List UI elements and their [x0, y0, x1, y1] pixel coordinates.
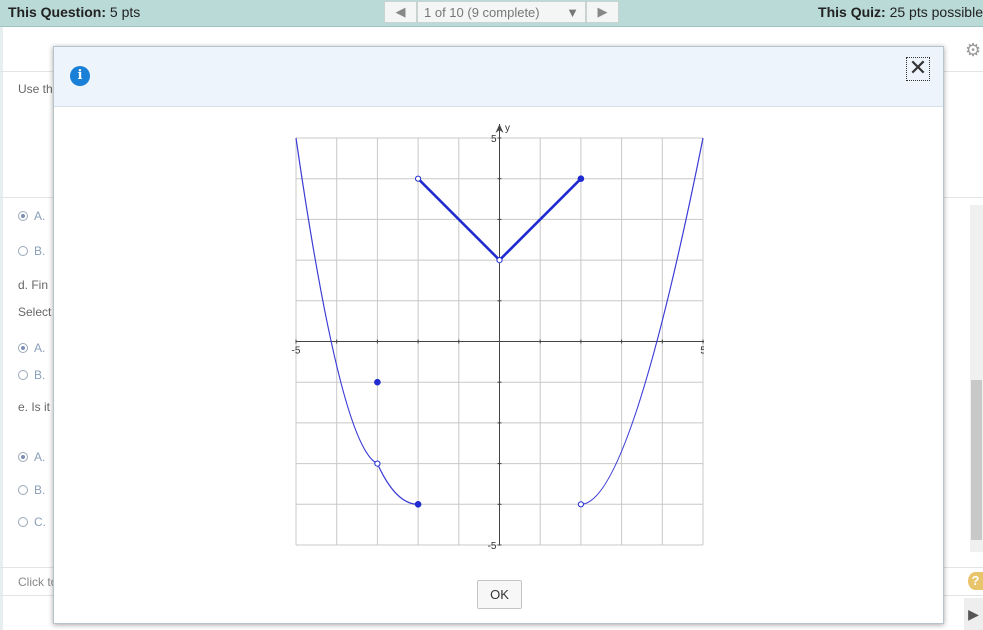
series-line [580, 137, 704, 505]
option-a[interactable]: A. [18, 209, 45, 223]
series-line [376, 463, 419, 505]
chevron-right-icon: ▶ [597, 4, 608, 19]
scrollbar-thumb[interactable] [971, 380, 982, 540]
question-points: This Question: 5 pts [8, 4, 140, 20]
y-tick-label-min: -5 [488, 541, 497, 551]
click-text: Click to [18, 575, 58, 589]
radio-icon [18, 485, 28, 495]
left-border [0, 27, 3, 630]
question-label: This Question: [8, 4, 106, 20]
option-label: C. [34, 515, 46, 529]
closed-point [414, 501, 422, 508]
prev-question-button[interactable]: ◀ [384, 1, 417, 23]
option-b[interactable]: B. [18, 483, 45, 497]
question-select-label: 1 of 10 (9 complete) [424, 4, 540, 20]
part-d-text: d. Fin [18, 278, 49, 292]
quiz-label: This Quiz: [818, 4, 886, 20]
modal-header: i ✕ [54, 47, 943, 107]
function-graph: -555-5xy [292, 123, 704, 551]
next-question-button[interactable]: ▶ [586, 1, 619, 23]
header-bar: This Question: 5 pts ◀ 1 of 10 (9 comple… [0, 0, 983, 27]
question-select[interactable]: 1 of 10 (9 complete) ▼ [417, 1, 586, 23]
y-tick-label-max: 5 [491, 134, 497, 145]
open-point [577, 501, 584, 508]
next-arrow-button[interactable]: ▶ [964, 598, 983, 630]
x-tick-label-max: 5 [700, 346, 704, 357]
quiz-pts-value: 25 pts possible [885, 4, 983, 20]
option-label: B. [34, 244, 46, 258]
help-icon[interactable]: ? [968, 572, 983, 590]
option-c[interactable]: C. [18, 515, 46, 529]
radio-icon [18, 246, 28, 256]
option-b[interactable]: B. [18, 368, 45, 382]
radio-icon [18, 211, 28, 221]
radio-icon [18, 343, 28, 353]
instruction-text: Use th [18, 82, 53, 96]
question-pts-value: 5 pts [106, 4, 141, 20]
radio-icon [18, 517, 28, 527]
open-point [374, 460, 381, 467]
x-tick-label-min: -5 [292, 346, 301, 357]
closed-point [577, 175, 585, 183]
open-point [496, 257, 503, 264]
radio-icon [18, 370, 28, 380]
y-axis-label: y [505, 123, 510, 134]
part-e-text: e. Is it [18, 400, 51, 414]
graph-modal: i ✕ -555-5xy OK [53, 46, 944, 624]
close-button[interactable]: ✕ [906, 57, 930, 81]
chevron-left-icon: ◀ [395, 4, 406, 19]
chevron-down-icon: ▼ [566, 4, 579, 20]
question-navigator: ◀ 1 of 10 (9 complete) ▼ ▶ [384, 1, 619, 25]
option-label: A. [34, 209, 46, 223]
option-label: A. [34, 450, 46, 464]
gear-icon[interactable]: ⚙ [965, 40, 981, 61]
closed-point [374, 378, 381, 386]
select-text: Select [18, 305, 52, 319]
play-icon: ▶ [968, 605, 979, 622]
option-a[interactable]: A. [18, 341, 45, 355]
option-label: B. [34, 483, 46, 497]
ok-button[interactable]: OK [477, 580, 522, 609]
option-b[interactable]: B. [18, 244, 45, 258]
info-icon: i [70, 66, 90, 86]
radio-icon [18, 452, 28, 462]
option-label: A. [34, 341, 46, 355]
option-a[interactable]: A. [18, 450, 45, 464]
quiz-points: This Quiz: 25 pts possible [818, 4, 983, 20]
open-point [415, 175, 422, 182]
option-label: B. [34, 368, 46, 382]
